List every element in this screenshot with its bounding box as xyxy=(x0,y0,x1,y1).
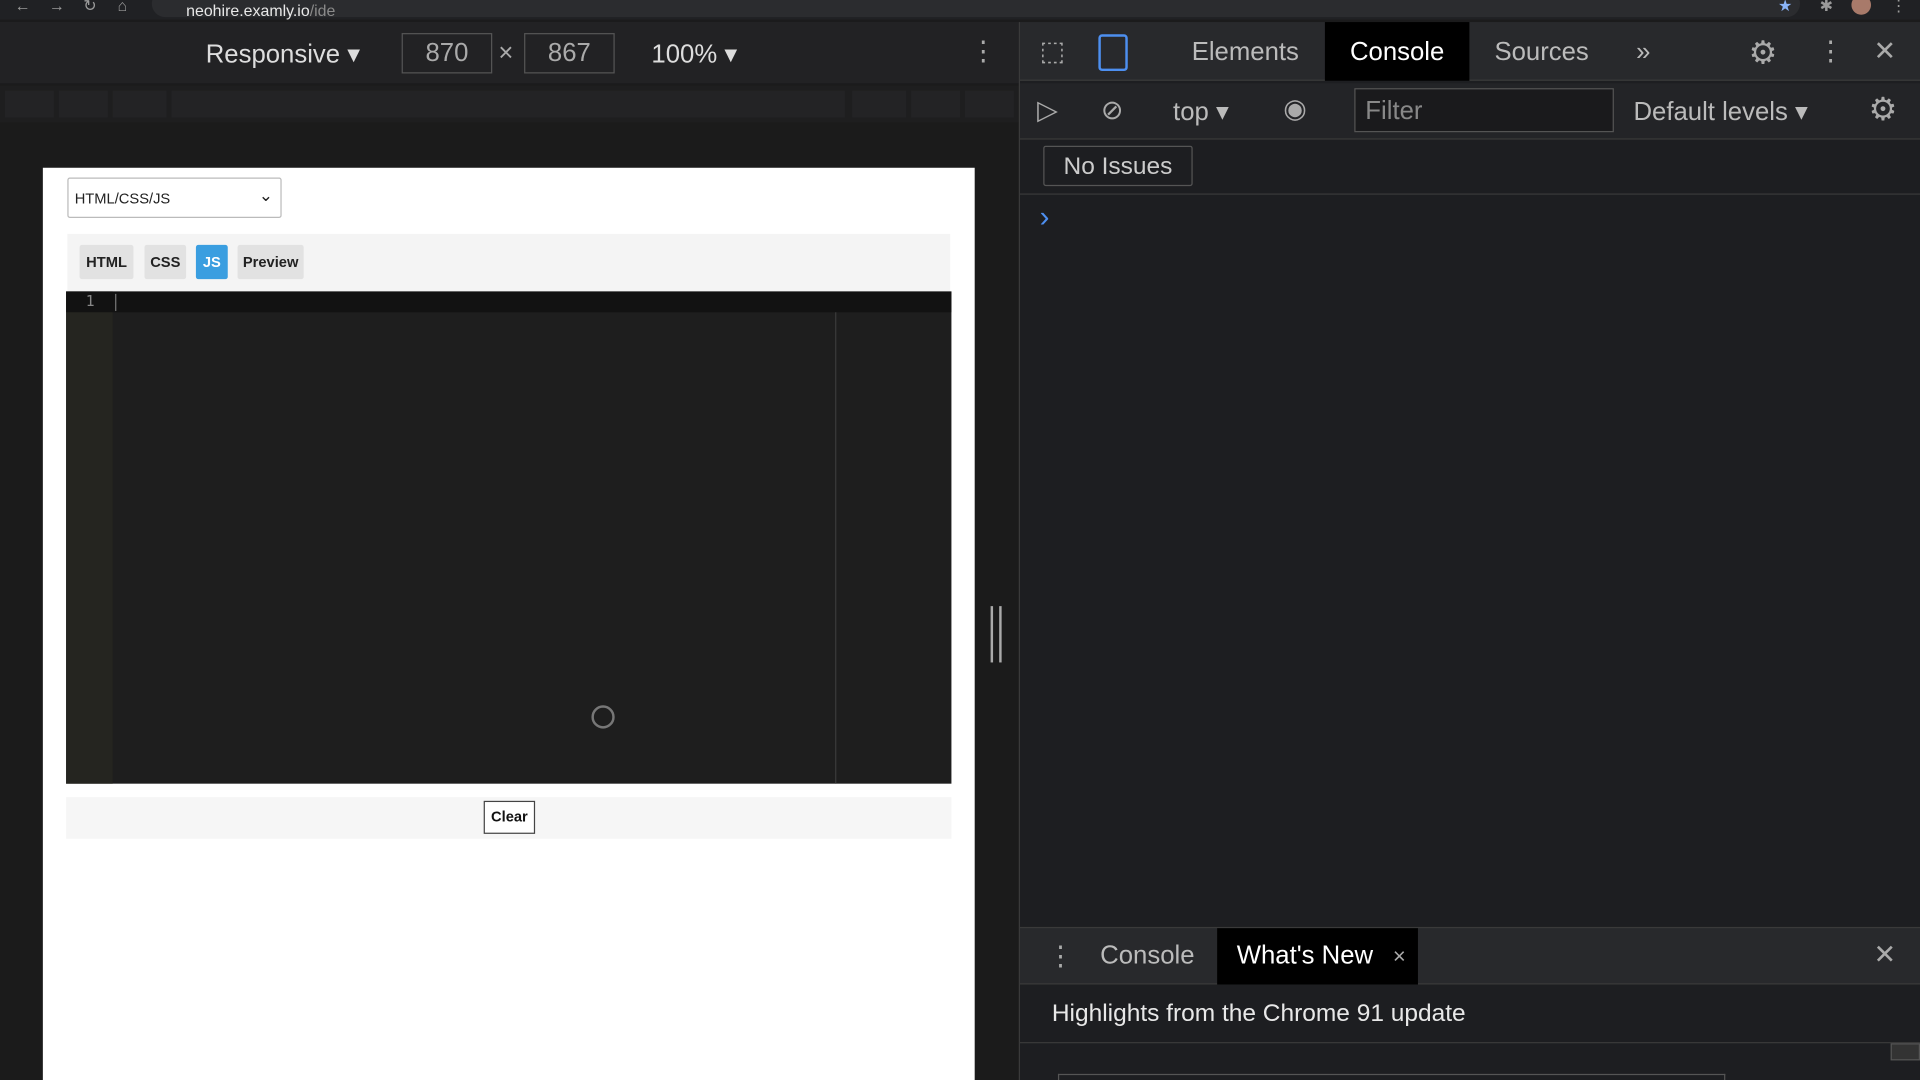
close-drawer-icon[interactable]: ✕ xyxy=(1873,939,1896,971)
back-icon[interactable]: ← xyxy=(15,0,31,15)
levels-label: Default levels xyxy=(1633,97,1788,127)
height-input[interactable]: 867 xyxy=(524,33,615,74)
bookmark-star-icon[interactable]: ★ xyxy=(1778,0,1792,16)
close-devtools-icon[interactable]: ✕ xyxy=(1873,36,1896,68)
zoom-label: 100% xyxy=(651,40,718,69)
language-select[interactable]: HTML/CSS/JS ⌄ xyxy=(67,177,282,218)
context-label: top xyxy=(1173,97,1209,127)
devtools-menu-icon[interactable]: ⋮ xyxy=(1817,36,1844,68)
eye-icon[interactable]: ◉ xyxy=(1283,93,1307,125)
clear-console-icon[interactable]: ⊘ xyxy=(1101,94,1124,126)
device-mode-label: Responsive xyxy=(205,40,341,69)
print-margin xyxy=(835,312,837,784)
drawer-tab-console[interactable]: Console xyxy=(1087,928,1207,984)
address-bar[interactable]: neohire.examly.io/ide xyxy=(151,0,1801,20)
mouse-cursor-icon xyxy=(591,705,615,729)
text-cursor xyxy=(115,293,117,312)
zoom-select[interactable]: 100% ▾ xyxy=(651,39,737,70)
device-mode-select[interactable]: Responsive ▾ xyxy=(206,39,360,70)
tab-js[interactable]: JS xyxy=(195,244,228,280)
tab-console[interactable]: Console xyxy=(1324,22,1470,81)
url-host: neohire.examly.io xyxy=(186,1,310,20)
devtools-tabbar xyxy=(1020,22,1920,81)
issues-button[interactable]: No Issues xyxy=(1043,145,1193,187)
screen: ← → ↻ ⌂ neohire.examly.io/ide ★ ✱ ⋮ Resp… xyxy=(0,0,1920,1080)
scrollbar[interactable] xyxy=(1890,1043,1920,1061)
whats-new-card xyxy=(1057,1073,1726,1080)
active-line xyxy=(66,291,952,313)
context-select[interactable]: top ▾ xyxy=(1173,97,1229,128)
tab-html[interactable]: HTML xyxy=(79,244,134,280)
divider xyxy=(1020,193,1920,195)
whats-new-label: What's New xyxy=(1236,941,1374,970)
inspect-element-icon[interactable]: ⬚ xyxy=(1040,36,1065,68)
device-toggle-icon[interactable] xyxy=(1098,34,1128,72)
editor-gutter xyxy=(66,291,113,784)
code-editor[interactable] xyxy=(66,291,952,784)
drawer-tab-whats-new[interactable]: What's New × xyxy=(1217,928,1418,985)
tab-sources[interactable]: Sources xyxy=(1479,22,1604,81)
settings-icon[interactable]: ⚙ xyxy=(1749,34,1778,72)
filter-input[interactable]: Filter xyxy=(1354,88,1614,133)
tab-css[interactable]: CSS xyxy=(144,244,187,280)
device-more-icon[interactable]: ⋮ xyxy=(970,36,997,68)
tab-elements[interactable]: Elements xyxy=(1176,22,1316,81)
drawer-menu-icon[interactable]: ⋮ xyxy=(1047,940,1074,972)
line-number: 1 xyxy=(85,292,95,310)
levels-select[interactable]: Default levels ▾ xyxy=(1633,97,1807,128)
url-path: /ide xyxy=(309,1,336,20)
times-sign: × xyxy=(498,39,514,68)
forward-icon[interactable]: → xyxy=(49,0,65,15)
divider xyxy=(1020,1042,1920,1044)
tab-preview[interactable]: Preview xyxy=(237,244,304,280)
media-query-bar xyxy=(0,85,1019,123)
chevron-down-icon: ⌄ xyxy=(258,184,274,205)
home-icon[interactable]: ⌂ xyxy=(118,0,128,15)
extensions-icon[interactable]: ✱ xyxy=(1820,0,1833,16)
console-settings-icon[interactable]: ⚙ xyxy=(1869,91,1898,129)
resize-handle[interactable] xyxy=(990,606,1002,663)
width-input[interactable]: 870 xyxy=(401,33,493,74)
more-tabs-icon[interactable]: » xyxy=(1624,22,1663,81)
console-prompt-icon[interactable]: › xyxy=(1040,201,1050,235)
clear-button[interactable]: Clear xyxy=(483,800,536,834)
whats-new-heading: Highlights from the Chrome 91 update xyxy=(1051,1000,1466,1028)
sidebar-toggle-icon[interactable]: ▷ xyxy=(1037,94,1058,126)
browser-menu-icon[interactable]: ⋮ xyxy=(1891,0,1907,16)
close-tab-icon[interactable]: × xyxy=(1393,928,1406,984)
language-select-value: HTML/CSS/JS xyxy=(74,189,171,207)
reload-icon[interactable]: ↻ xyxy=(83,0,96,16)
